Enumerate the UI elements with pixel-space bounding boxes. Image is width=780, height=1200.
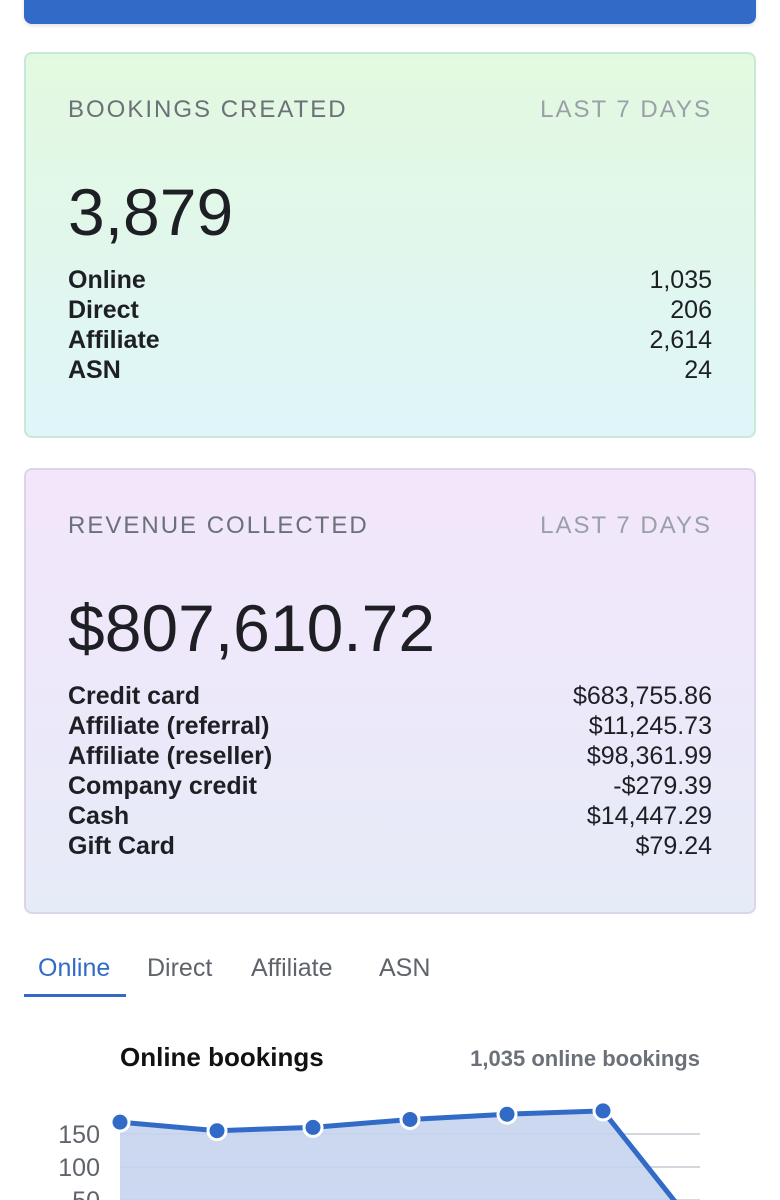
data-point[interactable] — [496, 1103, 518, 1125]
row-value: -$279.39 — [613, 772, 712, 800]
breakdown-row: Online 1,035 — [68, 265, 712, 295]
data-point[interactable] — [302, 1116, 324, 1138]
breakdown-row: Affiliate (referral) $11,245.73 — [68, 711, 712, 741]
y-tick-label: 50 — [72, 1187, 100, 1200]
online-bookings-chart: 150 100 50 — [58, 1100, 700, 1200]
row-value: 1,035 — [649, 266, 712, 294]
row-label: Company credit — [68, 772, 257, 800]
bookings-created-card: BOOKINGS CREATED LAST 7 DAYS 3,879 Onlin… — [24, 52, 756, 438]
revenue-total: $807,610.72 — [68, 591, 436, 665]
row-label: Cash — [68, 802, 130, 830]
row-label: Affiliate (referral) — [68, 712, 270, 740]
card-header: REVENUE COLLECTED LAST 7 DAYS — [68, 512, 712, 539]
row-value: $98,361.99 — [586, 742, 712, 770]
row-label: Online — [68, 266, 146, 294]
top-app-bar — [24, 0, 756, 24]
data-point[interactable] — [109, 1111, 131, 1133]
period-label: LAST 7 DAYS — [540, 512, 712, 539]
breakdown-row: Company credit -$279.39 — [68, 771, 712, 801]
breakdown-row: Affiliate 2,614 — [68, 325, 712, 355]
revenue-breakdown: Credit card $683,755.86 Affiliate (refer… — [68, 681, 712, 861]
tab-online[interactable]: Online — [38, 954, 110, 983]
row-label: Affiliate — [68, 326, 160, 354]
row-label: ASN — [68, 356, 121, 384]
chart-title: Online bookings — [120, 1042, 324, 1072]
tab-asn[interactable]: ASN — [379, 954, 430, 983]
row-value: 206 — [670, 296, 712, 324]
breakdown-row: ASN 24 — [68, 355, 712, 385]
row-value: 24 — [684, 356, 712, 384]
data-point[interactable] — [592, 1100, 614, 1122]
booking-source-tabs: Online Direct Affiliate ASN — [24, 946, 756, 998]
tab-direct[interactable]: Direct — [147, 954, 212, 983]
chart-count-label: 1,035 online bookings — [470, 1046, 700, 1071]
active-tab-indicator — [24, 994, 126, 997]
period-label: LAST 7 DAYS — [540, 96, 712, 123]
y-tick-label: 150 — [58, 1121, 100, 1149]
breakdown-row: Direct 206 — [68, 295, 712, 325]
row-label: Direct — [68, 296, 139, 324]
data-point[interactable] — [399, 1108, 421, 1130]
row-label: Credit card — [68, 682, 200, 710]
bookings-breakdown: Online 1,035 Direct 206 Affiliate 2,614 … — [68, 265, 712, 385]
breakdown-row: Credit card $683,755.86 — [68, 681, 712, 711]
tab-affiliate[interactable]: Affiliate — [251, 954, 333, 983]
row-value: $79.24 — [635, 832, 712, 860]
y-tick-label: 100 — [58, 1154, 100, 1182]
card-title: REVENUE COLLECTED — [68, 512, 369, 539]
breakdown-row: Gift Card $79.24 — [68, 831, 712, 861]
card-title: BOOKINGS CREATED — [68, 96, 348, 123]
row-value: $14,447.29 — [586, 802, 712, 830]
breakdown-row: Affiliate (reseller) $98,361.99 — [68, 741, 712, 771]
row-value: $683,755.86 — [572, 682, 712, 710]
data-point[interactable] — [206, 1120, 228, 1142]
row-value: $11,245.73 — [588, 712, 712, 740]
bookings-total: 3,879 — [68, 175, 234, 249]
row-value: 2,614 — [649, 326, 712, 354]
row-label: Affiliate (reseller) — [68, 742, 273, 770]
card-header: BOOKINGS CREATED LAST 7 DAYS — [68, 96, 712, 123]
breakdown-row: Cash $14,447.29 — [68, 801, 712, 831]
row-label: Gift Card — [68, 832, 175, 860]
revenue-collected-card: REVENUE COLLECTED LAST 7 DAYS $807,610.7… — [24, 468, 756, 914]
